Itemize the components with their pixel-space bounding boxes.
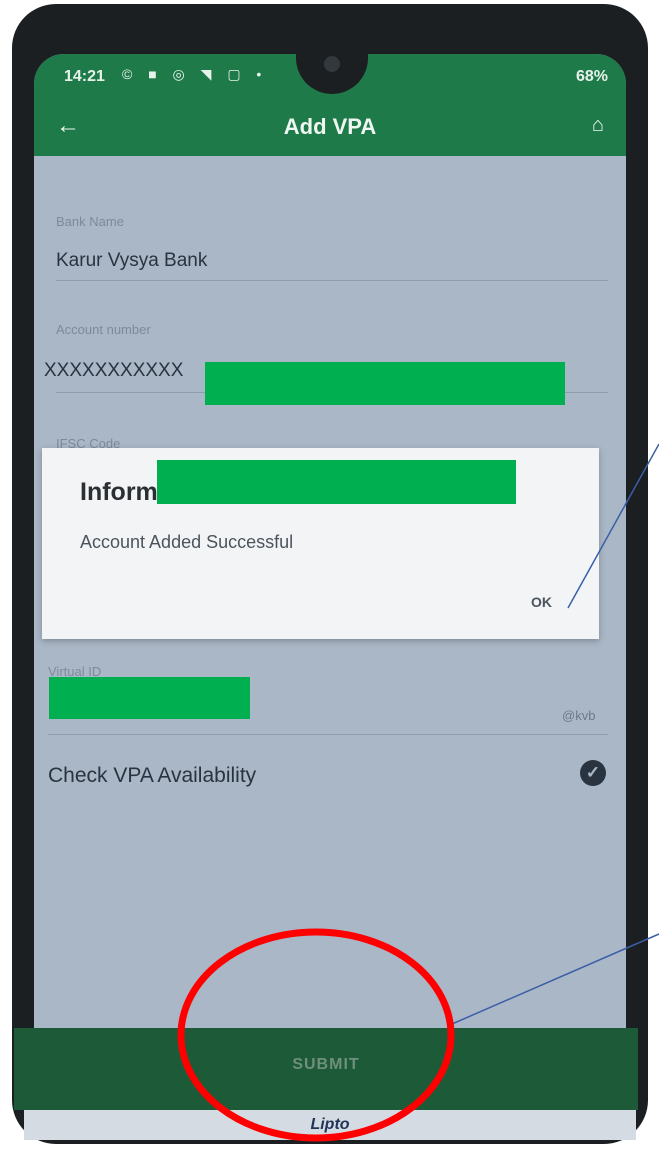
status-bar: 14:21 © ■ ◎ ◥ ▢ • 68% [34, 54, 626, 98]
check-circle-icon[interactable]: ✓ [580, 760, 606, 786]
submit-button[interactable]: SUBMIT [14, 1028, 638, 1110]
virtual-id-underline [48, 734, 608, 735]
app-bar: ← Add VPA ⌂ [34, 98, 626, 156]
ok-button[interactable]: OK [531, 594, 552, 610]
redaction-account-number [205, 362, 565, 405]
bank-name-underline [56, 280, 608, 281]
bottom-strip: Lipto [24, 1110, 636, 1140]
account-number-field[interactable]: XXXXXXXXXXX [44, 360, 183, 382]
check-vpa-label[interactable]: Check VPA Availability [48, 764, 256, 788]
bank-name-field[interactable]: Karur Vysya Bank [56, 250, 207, 272]
vpa-suffix: @kvb [562, 708, 596, 723]
redaction-virtual-id [49, 677, 250, 719]
bottom-logo: Lipto [310, 1116, 350, 1133]
dialog-message: Account Added Successful [80, 532, 294, 552]
battery-level: 68% [575, 68, 608, 85]
bank-name-label: Bank Name [56, 214, 124, 229]
submit-label: SUBMIT [292, 1056, 360, 1073]
status-time: 14:21 [64, 68, 105, 85]
home-icon[interactable]: ⌂ [592, 114, 604, 137]
camera-notch [296, 54, 368, 94]
account-number-label: Account number [56, 322, 151, 337]
dialog-title: Inform [80, 478, 158, 506]
camera-lens [324, 56, 340, 72]
page-title: Add VPA [283, 114, 377, 139]
notification-icons: © ■ ◎ ◥ ▢ • [122, 66, 268, 82]
redaction-dialog-title [157, 460, 516, 504]
